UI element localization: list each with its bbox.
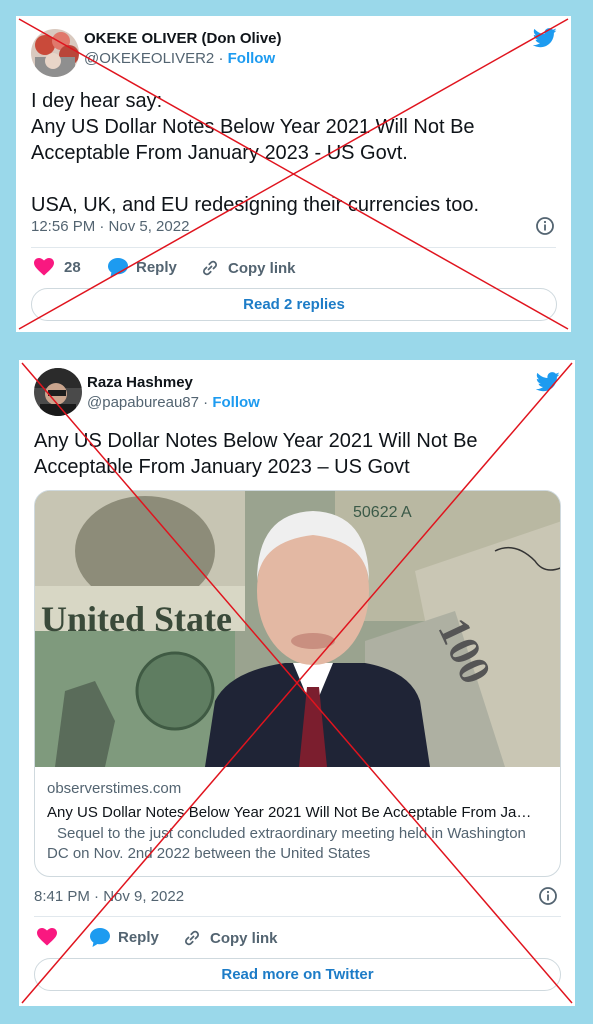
tweet-card-1: OKEKE OLIVER (Don Olive) @OKEKEOLIVER2 ·… bbox=[16, 16, 571, 332]
tweet-line: Acceptable From January 2023 – US Govt bbox=[34, 456, 410, 478]
separator: · bbox=[218, 50, 224, 67]
heart-icon bbox=[37, 928, 57, 946]
tweet-card-2: Raza Hashmey @papabureau87 · Follow Any … bbox=[19, 360, 575, 1006]
like-button[interactable] bbox=[37, 928, 57, 946]
read-more-button[interactable]: Read more on Twitter bbox=[34, 958, 561, 991]
copy-link-label: Copy link bbox=[210, 929, 278, 947]
handle-row: @OKEKEOLIVER2 · Follow bbox=[84, 50, 275, 67]
heart-icon bbox=[34, 258, 54, 276]
avatar[interactable] bbox=[34, 368, 82, 416]
tweet-line: Acceptable From January 2023 - US Govt. bbox=[31, 142, 408, 164]
reply-button[interactable]: Reply bbox=[108, 258, 177, 277]
divider bbox=[31, 247, 556, 248]
link-icon bbox=[203, 260, 217, 276]
copy-link-button[interactable]: Copy link bbox=[182, 928, 278, 948]
tweet-text: Any US Dollar Notes Below Year 2021 Will… bbox=[34, 428, 559, 480]
read-more-label: Read more on Twitter bbox=[221, 966, 374, 983]
info-icon[interactable] bbox=[535, 216, 555, 236]
twitter-bird-icon[interactable] bbox=[533, 28, 557, 48]
link-title: Any US Dollar Notes Below Year 2021 Will… bbox=[47, 804, 532, 821]
read-replies-button[interactable]: Read 2 replies bbox=[31, 288, 557, 321]
link-card[interactable]: United State 50622 A 100 observerstimes.… bbox=[34, 490, 561, 877]
follow-button[interactable]: Follow bbox=[228, 50, 276, 67]
avatar[interactable] bbox=[31, 29, 79, 77]
reply-bubble-icon bbox=[90, 928, 110, 947]
reply-label: Reply bbox=[136, 259, 177, 276]
tweet-line: I dey hear say: bbox=[31, 90, 163, 112]
serial-number: 50622 A bbox=[353, 504, 412, 521]
handle-row: @papabureau87 · Follow bbox=[87, 394, 260, 411]
follow-button[interactable]: Follow bbox=[212, 394, 260, 411]
timestamp[interactable]: 8:41 PM · Nov 9, 2022 bbox=[34, 888, 184, 905]
link-card-image: United State 50622 A 100 bbox=[35, 491, 560, 767]
timestamp[interactable]: 12:56 PM · Nov 5, 2022 bbox=[31, 218, 189, 235]
tweet-line: Any US Dollar Notes Below Year 2021 Will… bbox=[34, 430, 478, 452]
like-count: 28 bbox=[64, 258, 81, 276]
like-button[interactable]: 28 bbox=[34, 258, 81, 276]
link-domain: observerstimes.com bbox=[47, 780, 182, 797]
reply-button[interactable]: Reply bbox=[90, 928, 159, 947]
handle[interactable]: @papabureau87 bbox=[87, 394, 199, 411]
read-replies-label: Read 2 replies bbox=[243, 296, 345, 313]
display-name[interactable]: Raza Hashmey bbox=[87, 374, 193, 391]
tweet-line: USA, UK, and EU redesigning their curren… bbox=[31, 194, 479, 216]
info-icon[interactable] bbox=[538, 886, 558, 906]
twitter-bird-icon[interactable] bbox=[536, 372, 560, 392]
bill-text: United State bbox=[41, 599, 232, 639]
link-icon bbox=[185, 930, 199, 946]
copy-link-button[interactable]: Copy link bbox=[200, 258, 296, 278]
display-name[interactable]: OKEKE OLIVER (Don Olive) bbox=[84, 30, 282, 47]
tweet-line: Any US Dollar Notes Below Year 2021 Will… bbox=[31, 116, 475, 138]
tweet-text: I dey hear say: Any US Dollar Notes Belo… bbox=[31, 88, 551, 218]
tweet-line bbox=[31, 166, 551, 192]
divider bbox=[34, 916, 561, 917]
separator: · bbox=[203, 394, 209, 411]
handle[interactable]: @OKEKEOLIVER2 bbox=[84, 50, 214, 67]
reply-label: Reply bbox=[118, 929, 159, 946]
copy-link-label: Copy link bbox=[228, 259, 296, 277]
reply-bubble-icon bbox=[108, 258, 128, 277]
link-description: Sequel to the just concluded extraordina… bbox=[47, 825, 526, 862]
